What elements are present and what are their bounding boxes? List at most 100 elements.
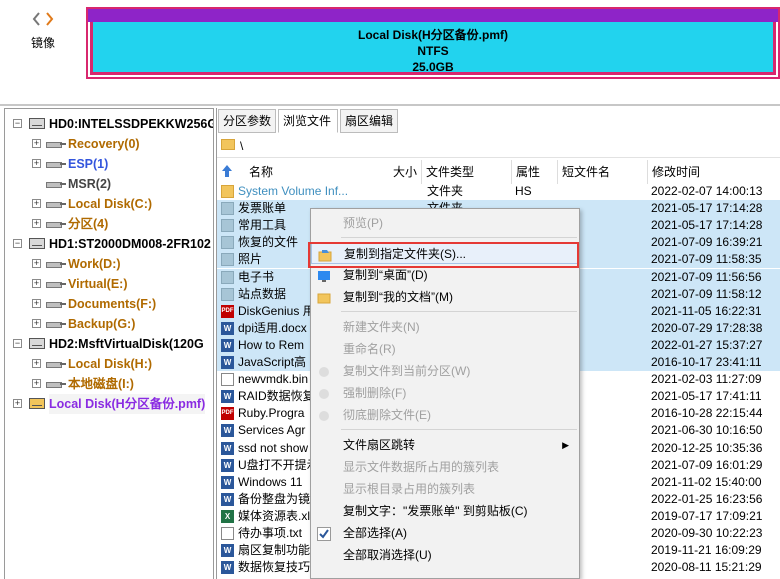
partition-block[interactable]: Local Disk(H分区备份.pmf) NTFS 25.0GB <box>90 22 776 75</box>
menu-item-label: 显示文件数据所占用的簇列表 <box>343 460 500 474</box>
col-type[interactable]: 文件类型 <box>421 160 511 184</box>
col-name[interactable]: 名称 <box>237 160 383 184</box>
tree-item-label: 本地磁盘(I:) <box>68 377 134 391</box>
file-name: dpi适用.docx <box>238 320 307 335</box>
expander-icon[interactable]: + <box>13 399 22 408</box>
folder-icon <box>221 270 234 284</box>
file-modified: 2020-09-30 10:22:23 <box>651 526 763 540</box>
file-modified: 2021-07-09 11:58:12 <box>651 286 762 301</box>
force-delete-icon <box>317 386 331 400</box>
file-name: DiskGenius 用 <box>238 303 310 318</box>
partition-icon <box>46 360 66 368</box>
tree-item-label: Local Disk(H:) <box>68 357 153 371</box>
file-name: 数据恢复技巧 <box>238 560 310 575</box>
image-file-icon <box>29 398 45 409</box>
excel-icon: X <box>221 509 234 523</box>
expander-icon[interactable]: − <box>13 119 22 128</box>
nav-arrows[interactable] <box>30 10 58 28</box>
col-attr[interactable]: 属性 <box>511 160 557 184</box>
menu-item: 新建文件夹(N) <box>311 316 579 338</box>
expander-icon[interactable]: + <box>32 379 41 388</box>
splitter[interactable] <box>0 104 780 106</box>
partition-icon <box>46 140 66 148</box>
file-attr: HS <box>515 184 532 198</box>
menu-item-label: 复制文字："发票账单" 到剪贴板(C) <box>343 504 528 518</box>
tree-item-label: Backup(G:) <box>68 317 136 331</box>
text-file-icon <box>221 373 234 387</box>
file-name: Ruby.Progra <box>238 406 305 421</box>
folder-icon <box>221 139 235 150</box>
expander-icon[interactable]: + <box>32 299 41 308</box>
col-size[interactable]: 大小 <box>363 160 421 184</box>
menu-item[interactable]: 复制到“我的文档”(M) <box>311 286 579 308</box>
file-name: 发票账单 <box>238 201 287 216</box>
menu-item: 显示文件数据所占用的簇列表 <box>311 456 579 478</box>
menu-item-label: 全部选择(A) <box>343 526 407 540</box>
partition-icon <box>46 280 66 288</box>
tree-item-label: MSR(2) <box>68 177 112 191</box>
file-name: Windows 11 <box>238 474 303 489</box>
hard-disk-icon <box>29 338 45 349</box>
path-text: \ <box>240 139 244 153</box>
file-row[interactable]: System Volume Inf... 文件夹 HS 2022-02-07 14:0… <box>217 183 780 200</box>
expander-icon[interactable]: + <box>32 319 41 328</box>
file-modified: 2020-12-25 10:35:36 <box>651 440 763 455</box>
menu-item: 复制文件到当前分区(W) <box>311 360 579 382</box>
expander-icon[interactable]: + <box>32 199 41 208</box>
menu-item-label: 文件扇区跳转 <box>343 438 416 452</box>
pdf-icon: PDF <box>221 304 234 318</box>
submenu-arrow-icon: ▶ <box>562 440 569 450</box>
file-modified: 2019-11-21 16:09:29 <box>651 543 762 558</box>
expander-icon[interactable]: + <box>32 159 41 168</box>
menu-separator <box>341 429 577 430</box>
mirror-button-label[interactable]: 镜像 <box>31 34 55 51</box>
sort-up-icon <box>221 164 233 181</box>
partition-size: 25.0GB <box>412 60 454 74</box>
menu-item: 显示根目录占用的簇列表 <box>311 478 579 500</box>
disk-map-header <box>88 9 778 22</box>
path-bar <box>217 134 780 158</box>
menu-item-label: 新建文件夹(N) <box>343 320 420 334</box>
file-modified: 2021-02-03 11:27:09 <box>651 372 762 387</box>
menu-separator <box>341 311 577 312</box>
folder-icon <box>221 219 234 233</box>
partition-fs: NTFS <box>417 44 449 58</box>
file-name: System Volume Inf... <box>238 184 349 198</box>
expander-icon[interactable]: + <box>32 219 41 228</box>
folder-icon <box>221 185 234 198</box>
expander-icon[interactable]: + <box>32 139 41 148</box>
file-modified: 2016-10-28 22:15:44 <box>651 406 763 421</box>
menu-item[interactable]: 全部取消选择(U) <box>311 544 579 566</box>
menu-item[interactable]: 全部选择(A) <box>311 522 579 544</box>
word-doc-icon: W <box>221 458 234 472</box>
expander-icon[interactable]: + <box>32 279 41 288</box>
menu-item-label: 复制到“桌面”(D) <box>343 268 428 282</box>
menu-item: 彻底删除文件(E) <box>311 404 579 426</box>
partition-icon <box>46 180 66 188</box>
disk-map[interactable]: Local Disk(H分区备份.pmf) NTFS 25.0GB <box>86 7 780 79</box>
menu-item[interactable]: 复制文字："发票账单" 到剪贴板(C) <box>311 500 579 522</box>
folder-icon <box>221 287 234 301</box>
word-doc-icon: W <box>221 321 234 335</box>
expander-icon[interactable]: − <box>13 339 22 348</box>
tree-item-label: Work(D:) <box>68 257 121 271</box>
menu-separator <box>341 237 577 238</box>
menu-item[interactable]: 文件扇区跳转 ▶ <box>311 434 579 456</box>
partition-icon <box>46 160 66 168</box>
file-name: 照片 <box>238 252 263 267</box>
expander-icon[interactable]: + <box>32 259 41 268</box>
expander-icon[interactable]: − <box>13 239 22 248</box>
file-modified: 2016-10-17 23:41:11 <box>651 355 762 369</box>
tab-sector-edit[interactable]: 扇区编辑 <box>340 109 398 133</box>
word-doc-icon: W <box>221 544 234 558</box>
expander-icon[interactable]: + <box>32 359 41 368</box>
col-short[interactable]: 短文件名 <box>557 160 647 184</box>
tab-browse-files[interactable]: 浏览文件 <box>278 109 338 133</box>
tab-partition-params[interactable]: 分区参数 <box>218 109 276 133</box>
menu-item: 预览(P) <box>311 212 579 234</box>
col-modified[interactable]: 修改时间 <box>647 160 780 184</box>
file-name: U盘打不开提示 <box>238 457 310 472</box>
file-name: How to Rem <box>238 337 305 352</box>
word-doc-icon: W <box>221 492 234 506</box>
disk-tree[interactable]: − HD0:INTELSSDPEKKW256G + Recovery(0) + ESP(1… <box>4 108 214 579</box>
